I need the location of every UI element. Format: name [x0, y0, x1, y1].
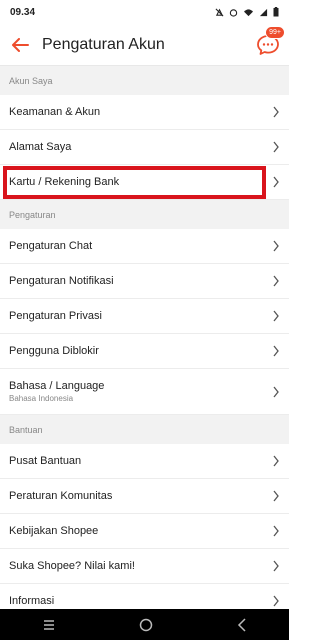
status-bar: 09.34 — [0, 0, 289, 24]
settings-list[interactable]: Akun Saya Keamanan & Akun Alamat Saya Ka… — [0, 66, 289, 609]
list-item-keamanan-akun[interactable]: Keamanan & Akun — [0, 95, 289, 130]
list-item-suka-shopee[interactable]: Suka Shopee? Nilai kami! — [0, 549, 289, 584]
list-item-label: Keamanan & Akun — [9, 106, 101, 118]
list-item-label: Kartu / Rekening Bank — [9, 176, 120, 188]
section-header-pengaturan: Pengaturan — [0, 200, 289, 229]
back-nav-icon[interactable] — [237, 617, 247, 632]
app-bar: Pengaturan Akun 99+ — [0, 24, 289, 66]
chevron-right-icon — [273, 240, 279, 252]
chevron-right-icon — [273, 345, 279, 357]
list-item-label: Informasi — [9, 595, 55, 607]
list-item-text: Bahasa / Language Bahasa Indonesia — [9, 380, 104, 403]
chevron-right-icon — [273, 141, 279, 153]
status-time: 09.34 — [10, 6, 36, 18]
wifi-icon — [244, 8, 253, 16]
mute-icon — [215, 8, 224, 16]
chevron-right-icon — [273, 455, 279, 467]
list-item-alamat-saya[interactable]: Alamat Saya — [0, 130, 289, 165]
list-item-peraturan-komunitas[interactable]: Peraturan Komunitas — [0, 479, 289, 514]
arrow-left-icon — [12, 37, 29, 52]
list-item-kebijakan-shopee[interactable]: Kebijakan Shopee — [0, 514, 289, 549]
list-item-label: Pusat Bantuan — [9, 455, 82, 467]
chevron-right-icon — [273, 595, 279, 607]
list-item-label: Pengaturan Privasi — [9, 310, 102, 322]
status-icons — [215, 7, 279, 17]
list-item-sublabel: Bahasa Indonesia — [9, 394, 74, 403]
list-item-label: Suka Shopee? Nilai kami! — [9, 560, 135, 572]
recent-apps-icon[interactable] — [42, 619, 56, 631]
chevron-right-icon — [273, 560, 279, 572]
list-item-label: Pengaturan Chat — [9, 240, 93, 252]
list-item-label: Kebijakan Shopee — [9, 525, 99, 537]
section-header-bantuan: Bantuan — [0, 415, 289, 444]
list-item-label: Pengguna Diblokir — [9, 345, 99, 357]
chevron-right-icon — [273, 176, 279, 188]
signal-icon — [259, 8, 268, 16]
list-item-pengaturan-privasi[interactable]: Pengaturan Privasi — [0, 299, 289, 334]
list-item-label: Bahasa / Language — [9, 380, 105, 392]
chevron-right-icon — [273, 525, 279, 537]
home-icon[interactable] — [139, 618, 153, 632]
list-item-kartu-rekening-bank[interactable]: Kartu / Rekening Bank — [0, 165, 289, 200]
chevron-right-icon — [273, 275, 279, 287]
list-item-pengguna-diblokir[interactable]: Pengguna Diblokir — [0, 334, 289, 369]
list-item-pengaturan-notifikasi[interactable]: Pengaturan Notifikasi — [0, 264, 289, 299]
list-item-pusat-bantuan[interactable]: Pusat Bantuan — [0, 444, 289, 479]
chevron-right-icon — [273, 490, 279, 502]
system-nav-bar — [0, 609, 289, 640]
chevron-right-icon — [273, 106, 279, 118]
alarm-icon — [229, 8, 238, 17]
chat-button[interactable]: 99+ — [255, 26, 285, 58]
list-item-bahasa-language[interactable]: Bahasa / Language Bahasa Indonesia — [0, 369, 289, 415]
list-item-pengaturan-chat[interactable]: Pengaturan Chat — [0, 229, 289, 264]
page-title: Pengaturan Akun — [42, 35, 165, 53]
list-item-label: Pengaturan Notifikasi — [9, 275, 114, 287]
battery-icon — [273, 7, 279, 17]
back-button[interactable] — [8, 33, 32, 57]
list-item-informasi[interactable]: Informasi — [0, 584, 289, 609]
list-item-label: Peraturan Komunitas — [9, 490, 113, 502]
chevron-right-icon — [273, 386, 279, 397]
list-item-label: Alamat Saya — [9, 141, 72, 153]
chevron-right-icon — [273, 310, 279, 322]
section-header-akun-saya: Akun Saya — [0, 66, 289, 95]
chat-badge: 99+ — [265, 26, 285, 39]
